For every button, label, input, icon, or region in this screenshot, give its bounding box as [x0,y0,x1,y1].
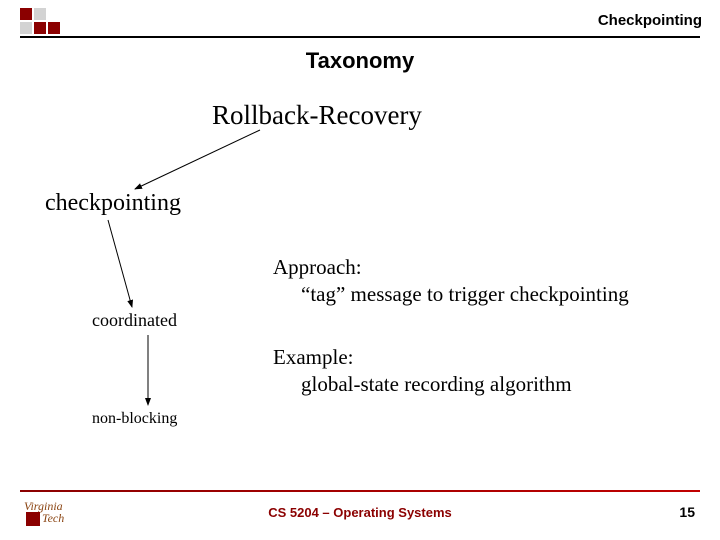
tree-root: Rollback-Recovery [212,100,422,131]
example-label: Example: [273,344,572,371]
tree-checkpointing: checkpointing [45,190,181,217]
approach-label: Approach: [273,254,629,281]
footer-divider [20,490,700,492]
slide-title: Taxonomy [0,48,720,74]
example-block: Example: global-state recording algorith… [273,344,572,399]
tree-nonblocking: non-blocking [92,410,177,428]
header-topic: Checkpointing [598,12,702,29]
tree-coordinated: coordinated [92,310,177,331]
example-text: global-state recording algorithm [301,371,572,398]
approach-block: Approach: “tag” message to trigger check… [273,254,629,309]
approach-text: “tag” message to trigger checkpointing [301,281,629,308]
footer-course: CS 5204 – Operating Systems [0,505,720,520]
header-underline [20,36,700,38]
page-number: 15 [679,504,695,520]
